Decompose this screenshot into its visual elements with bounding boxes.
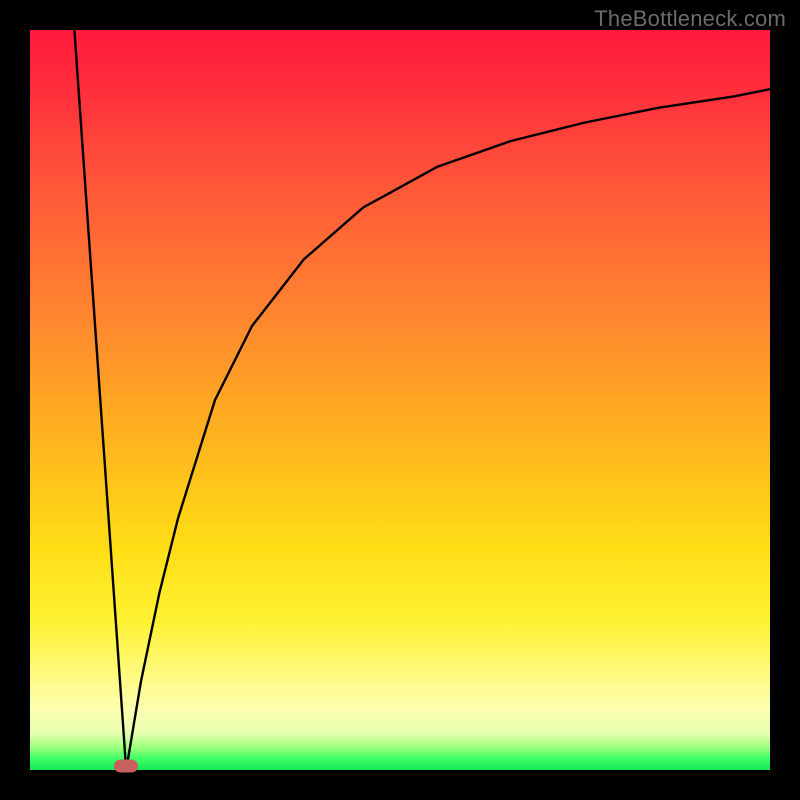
plot-area bbox=[30, 30, 770, 770]
right-branch-path bbox=[126, 89, 770, 770]
chart-frame: TheBottleneck.com bbox=[0, 0, 800, 800]
watermark-text: TheBottleneck.com bbox=[594, 6, 786, 32]
minimum-marker bbox=[114, 760, 138, 773]
left-branch-path bbox=[74, 30, 126, 770]
curves-svg bbox=[30, 30, 770, 770]
